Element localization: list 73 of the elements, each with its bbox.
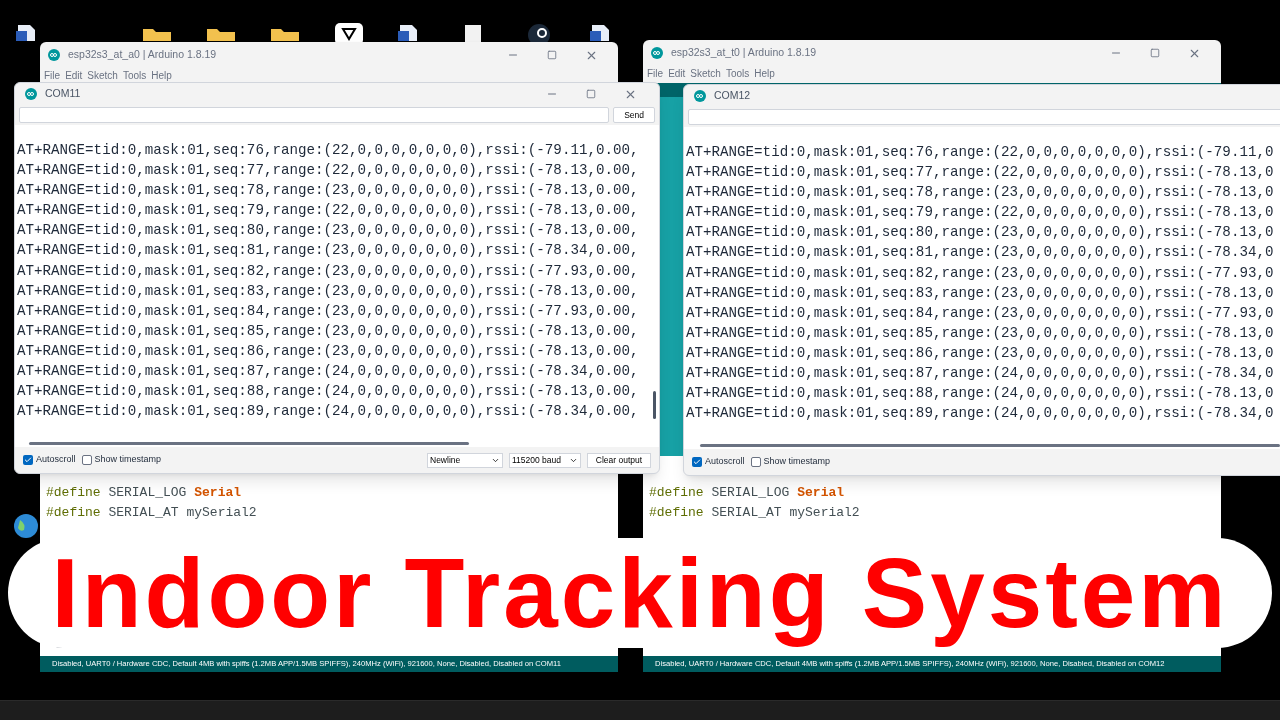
maximize-icon[interactable] (1150, 48, 1160, 58)
scrollbar-thumb[interactable] (653, 391, 656, 419)
output-line: AT+RANGE=tid:0,mask:01,seq:88,range:(24,0,0,0,0,0,0,0),rssi:(-78.13,0.00, (16, 382, 639, 402)
menu-item[interactable]: Edit (668, 66, 686, 81)
output-line: AT+RANGE=tid:0,mask:01,seq:77,range:(22,0,0,0,0,0,0,0),rssi:(-78.13,0.00, (16, 161, 639, 181)
output-line: AT+RANGE=tid:0,mask:01,seq:78,range:(23,0,0,0,0,0,0,0),rssi:(-78.13,0 (685, 183, 1274, 203)
output-line: AT+RANGE=tid:0,mask:01,seq:82,range:(23,0,0,0,0,0,0,0),rssi:(-77.93,0 (685, 263, 1274, 283)
document-icon[interactable] (396, 24, 420, 41)
checkbox[interactable]: Show timestamp (750, 455, 831, 469)
output-line: AT+RANGE=tid:0,mask:01,seq:83,range:(23,0,0,0,0,0,0,0),rssi:(-78.13,0.00, (16, 281, 639, 301)
output-line: AT+RANGE=tid:0,mask:01,seq:80,range:(23,0,0,0,0,0,0,0),rssi:(-78.13,0 (685, 223, 1274, 243)
code-line: #define SERIAL_AT mySerial2 (648, 504, 861, 522)
menu-item[interactable]: Sketch (87, 68, 118, 83)
output-line: AT+RANGE=tid:0,mask:01,seq:79,range:(22,0,0,0,0,0,0,0),rssi:(-78.13,0.00, (16, 201, 639, 221)
clear-output-button[interactable]: Clear output (587, 452, 651, 468)
input-field[interactable] (19, 107, 610, 123)
scrollbar-thumb[interactable] (29, 442, 469, 445)
output-line: AT+RANGE=tid:0,mask:01,seq:78,range:(23,0,0,0,0,0,0,0),rssi:(-78.13,0.00, (16, 181, 639, 201)
output-line: AT+RANGE=tid:0,mask:01,seq:82,range:(23,0,0,0,0,0,0,0),rssi:(-77.93,0.00, (16, 261, 639, 281)
check-icon (24, 456, 32, 464)
window-title: COM11 (45, 86, 81, 102)
document-icon[interactable] (14, 24, 38, 41)
menu-item[interactable]: Tools (725, 66, 750, 81)
checkbox[interactable]: Autoscroll (692, 455, 745, 469)
code-line: #define SERIAL_AT mySerial2 (45, 504, 258, 522)
arduino-logo-icon (48, 49, 60, 61)
output-line: AT+RANGE=tid:0,mask:01,seq:80,range:(23,0,0,0,0,0,0,0),rssi:(-78.13,0.00, (16, 221, 639, 241)
output-line: AT+RANGE=tid:0,mask:01,seq:79,range:(22,0,0,0,0,0,0,0),rssi:(-78.13,0 (685, 203, 1274, 223)
output-line: AT+RANGE=tid:0,mask:01,seq:86,range:(23,0,0,0,0,0,0,0),rssi:(-78.13,0 (685, 343, 1274, 363)
menu-item[interactable]: Help (754, 66, 775, 81)
output-line: AT+RANGE=tid:0,mask:01,seq:83,range:(23,0,0,0,0,0,0,0),rssi:(-78.13,0 (685, 283, 1274, 303)
check-icon (693, 458, 701, 466)
document-icon[interactable] (588, 24, 612, 41)
output-line: AT+RANGE=tid:0,mask:01,seq:85,range:(23,0,0,0,0,0,0,0),rssi:(-78.13,0.00, (16, 321, 639, 341)
code-line: #define SERIAL_LOG Serial (648, 484, 846, 502)
output-line: AT+RANGE=tid:0,mask:01,seq:81,range:(23,0,0,0,0,0,0,0),rssi:(-78.34,0 (685, 243, 1274, 263)
send-button[interactable]: Send (613, 107, 655, 123)
output-line: AT+RANGE=tid:0,mask:01,seq:77,range:(22,0,0,0,0,0,0,0),rssi:(-78.13,0 (685, 163, 1274, 183)
window-title: COM12 (714, 88, 751, 104)
window-title: esp32s3_at_t0 | Arduino 1.8.19 (671, 45, 817, 61)
output-line: AT+RANGE=tid:0,mask:01,seq:84,range:(23,0,0,0,0,0,0,0),rssi:(-77.93,0 (685, 303, 1274, 323)
menu-item[interactable]: File (44, 68, 61, 83)
banner-title: Indoor Tracking System (51, 536, 1229, 650)
menu-item[interactable]: Edit (65, 68, 83, 83)
output-line: AT+RANGE=tid:0,mask:01,seq:81,range:(23,0,0,0,0,0,0,0),rssi:(-78.34,0.00, (16, 241, 639, 261)
output-line: AT+RANGE=tid:0,mask:01,seq:89,range:(24,0,0,0,0,0,0,0),rssi:(-78.34,0.00, (16, 402, 639, 422)
arduino-logo-icon (651, 47, 663, 59)
output-line: AT+RANGE=tid:0,mask:01,seq:76,range:(22,0,0,0,0,0,0,0),rssi:(-79.11,0.00, (16, 141, 639, 160)
menu-item[interactable]: Tools (122, 68, 147, 83)
output-line: AT+RANGE=tid:0,mask:01,seq:86,range:(23,0,0,0,0,0,0,0),rssi:(-78.13,0.00, (16, 341, 639, 361)
menu-item[interactable]: Help (151, 68, 172, 83)
arduino-logo-icon (25, 88, 37, 100)
output-line: AT+RANGE=tid:0,mask:01,seq:85,range:(23,0,0,0,0,0,0,0),rssi:(-78.13,0 (685, 323, 1274, 343)
menu-item[interactable]: Sketch (690, 66, 721, 81)
output-line: AT+RANGE=tid:0,mask:01,seq:87,range:(24,0,0,0,0,0,0,0),rssi:(-78.34,0.00, (16, 362, 639, 382)
globe-icon[interactable] (12, 512, 40, 540)
checkbox[interactable]: Autoscroll (23, 453, 76, 467)
output-line: AT+RANGE=tid:0,mask:01,seq:87,range:(24,0,0,0,0,0,0,0),rssi:(-78.34,0 (685, 364, 1274, 384)
window-title: esp32s3_at_a0 | Arduino 1.8.19 (68, 47, 217, 63)
output-line: AT+RANGE=tid:0,mask:01,seq:84,range:(23,0,0,0,0,0,0,0),rssi:(-77.93,0.00, (16, 301, 639, 321)
output-line: AT+RANGE=tid:0,mask:01,seq:76,range:(22,0,0,0,0,0,0,0),rssi:(-79.11,0 (685, 143, 1274, 162)
input-field[interactable] (688, 109, 1280, 125)
checkbox[interactable]: Show timestamp (81, 453, 162, 467)
menu-item[interactable]: File (647, 66, 664, 81)
output-line: AT+RANGE=tid:0,mask:01,seq:88,range:(24,0,0,0,0,0,0,0),rssi:(-78.13,0 (685, 384, 1274, 404)
code-line: #define SERIAL_LOG Serial (45, 484, 243, 502)
arduino-logo-icon (694, 90, 706, 102)
output-line: AT+RANGE=tid:0,mask:01,seq:89,range:(24,0,0,0,0,0,0,0),rssi:(-78.34,0 (685, 404, 1274, 424)
maximize-icon[interactable] (586, 89, 596, 99)
line-ending-select[interactable]: Newline (427, 452, 503, 468)
scrollbar-thumb[interactable] (700, 444, 1280, 447)
maximize-icon[interactable] (547, 50, 557, 60)
baud-select[interactable]: 115200 baud (509, 452, 581, 468)
